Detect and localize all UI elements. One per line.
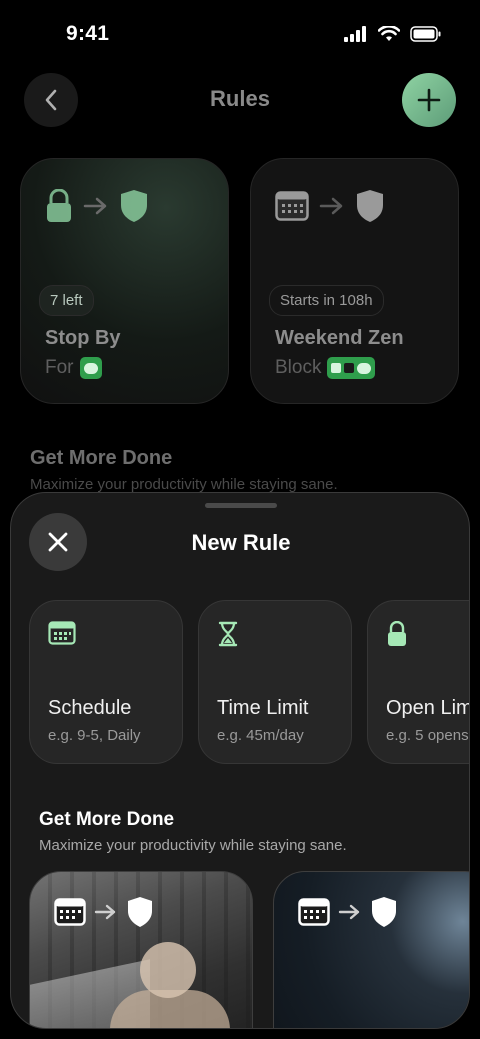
rule-subtitle-label: For <box>45 357 74 378</box>
plus-icon <box>417 88 441 112</box>
add-rule-button[interactable] <box>402 73 456 127</box>
blocked-apps-icon <box>327 357 376 379</box>
shield-icon <box>121 190 147 222</box>
rule-type-example: e.g. 5 opens <box>386 727 469 744</box>
signal-icon <box>344 26 366 42</box>
calendar-icon <box>54 898 86 926</box>
preset-card-work[interactable] <box>29 871 253 1028</box>
arrow-right-icon <box>94 904 116 920</box>
shield-icon <box>128 897 152 927</box>
rule-type-schedule[interactable]: Schedule e.g. 9-5, Daily <box>29 600 183 764</box>
lock-icon <box>47 189 71 222</box>
status-bar: 9:41 <box>0 0 480 70</box>
preset-image-person-head <box>140 942 196 998</box>
status-time: 9:41 <box>66 22 110 45</box>
sheet-grabber[interactable] <box>205 503 277 508</box>
rule-type-open-limit[interactable]: Open Limit e.g. 5 opens <box>367 600 469 764</box>
rule-type-example: e.g. 9-5, Daily <box>48 727 141 744</box>
calendar-icon <box>275 191 309 221</box>
arrow-right-icon <box>83 197 107 215</box>
preset-flow <box>54 896 154 928</box>
status-icons <box>344 26 442 42</box>
calendar-icon <box>298 898 330 926</box>
rule-subtitle: Block <box>275 357 376 379</box>
background-section-title: Get More Done <box>30 447 173 469</box>
preset-flow <box>298 896 398 928</box>
shield-icon <box>357 190 383 222</box>
rule-type-example: e.g. 45m/day <box>217 727 304 744</box>
rule-card-stop-by[interactable]: 7 left Stop By For <box>20 158 229 404</box>
rule-status-pill: 7 left <box>39 285 94 316</box>
preset-card-night[interactable] <box>273 871 469 1028</box>
lock-icon <box>388 621 406 646</box>
section-title: Get More Done <box>39 809 175 830</box>
new-rule-sheet: New Rule Schedule e.g. 9-5, Daily Time L… <box>10 492 470 1029</box>
section-subtitle: Maximize your productivity while staying… <box>39 837 347 854</box>
rule-name: Weekend Zen <box>275 327 404 349</box>
rule-type-label: Open Limit <box>386 697 469 719</box>
wifi-icon <box>378 26 400 41</box>
rule-subtitle-label: Block <box>275 357 322 378</box>
rule-flow <box>275 189 385 223</box>
calendar-icon <box>48 621 76 645</box>
background-section-subtitle: Maximize your productivity while staying… <box>30 476 338 493</box>
rule-type-time-limit[interactable]: Time Limit e.g. 45m/day <box>198 600 352 764</box>
rule-type-label: Time Limit <box>217 697 309 719</box>
arrow-right-icon <box>338 904 360 920</box>
battery-icon <box>410 26 441 42</box>
rule-status-pill: Starts in 108h <box>269 285 384 316</box>
arrow-right-icon <box>319 197 343 215</box>
rule-name: Stop By <box>45 327 121 349</box>
rule-subtitle: For <box>45 357 102 379</box>
rule-card-weekend-zen[interactable]: Starts in 108h Weekend Zen Block <box>250 158 459 404</box>
rule-flow <box>45 189 149 223</box>
messages-app-icon <box>79 357 102 379</box>
rule-type-label: Schedule <box>48 697 132 719</box>
shield-icon <box>372 897 396 927</box>
hourglass-icon <box>218 621 238 647</box>
sheet-title: New Rule <box>191 530 291 555</box>
